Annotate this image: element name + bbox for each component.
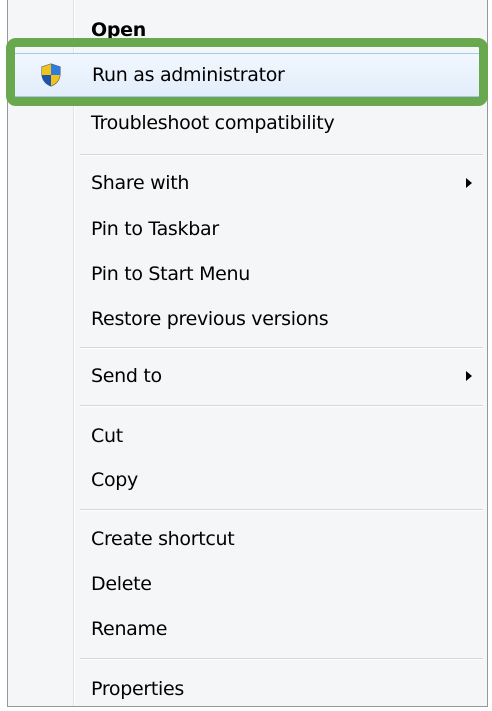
menu-item-rename[interactable]: Rename (11, 609, 484, 649)
context-menu: Open Run as administrator Troubleshoot c… (7, 0, 488, 707)
menu-separator (80, 347, 483, 349)
menu-item-label: Copy (91, 469, 138, 491)
menu-item-share-with[interactable]: Share with (11, 163, 484, 203)
menu-item-run-as-administrator[interactable]: Run as administrator (11, 53, 484, 97)
menu-item-properties[interactable]: Properties (11, 669, 484, 709)
menu-item-pin-to-start-menu[interactable]: Pin to Start Menu (11, 254, 484, 294)
menu-item-label: Delete (91, 573, 152, 595)
submenu-arrow-icon (466, 178, 472, 188)
menu-item-restore-previous-versions[interactable]: Restore previous versions (11, 299, 484, 339)
menu-item-label: Pin to Start Menu (91, 263, 251, 285)
menu-item-troubleshoot-compatibility[interactable]: Troubleshoot compatibility (11, 103, 484, 143)
menu-item-label: Open (91, 19, 146, 41)
menu-item-label: Pin to Taskbar (91, 218, 219, 240)
menu-separator (80, 405, 483, 407)
menu-item-copy[interactable]: Copy (11, 460, 484, 500)
menu-item-label: Rename (91, 618, 168, 640)
menu-item-create-shortcut[interactable]: Create shortcut (11, 519, 484, 559)
menu-separator (80, 154, 483, 156)
submenu-arrow-icon (466, 371, 472, 381)
menu-item-cut[interactable]: Cut (11, 416, 484, 456)
uac-shield-icon (40, 63, 62, 87)
menu-separator (80, 658, 483, 660)
menu-item-pin-to-taskbar[interactable]: Pin to Taskbar (11, 209, 484, 249)
menu-item-label: Create shortcut (91, 528, 235, 550)
menu-item-label: Properties (91, 678, 185, 700)
menu-item-delete[interactable]: Delete (11, 564, 484, 604)
menu-item-label: Restore previous versions (91, 308, 329, 330)
menu-item-label: Share with (91, 172, 190, 194)
menu-item-open[interactable]: Open (11, 10, 484, 50)
menu-item-send-to[interactable]: Send to (11, 356, 484, 396)
menu-item-label: Run as administrator (92, 64, 285, 86)
menu-item-label: Send to (91, 365, 162, 387)
menu-item-label: Troubleshoot compatibility (91, 112, 335, 134)
menu-separator (80, 509, 483, 511)
menu-item-label: Cut (91, 425, 123, 447)
